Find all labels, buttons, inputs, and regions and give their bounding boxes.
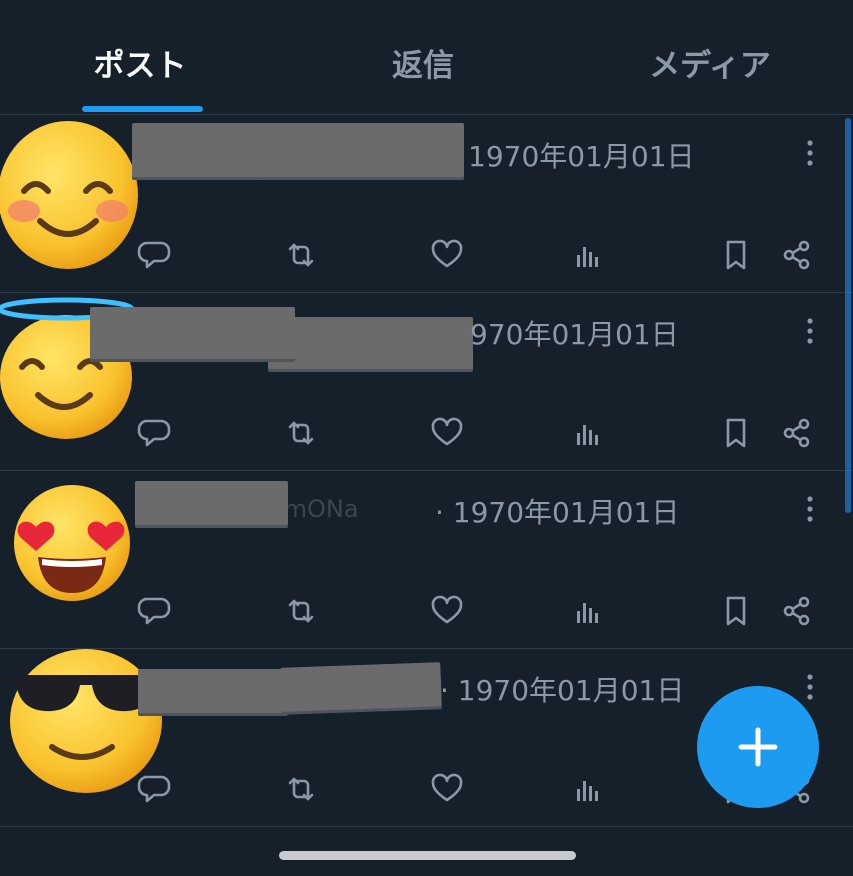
redacted-handle <box>259 123 464 177</box>
reply-icon[interactable] <box>133 769 173 809</box>
share-icon[interactable] <box>777 235 817 275</box>
bookmark-icon[interactable] <box>716 235 756 275</box>
redacted-handle <box>280 662 442 712</box>
reply-icon[interactable] <box>133 235 173 275</box>
like-icon[interactable] <box>427 769 467 809</box>
plus-icon <box>738 727 778 767</box>
reply-icon[interactable] <box>133 591 173 631</box>
post-date: 1970年01月01日 <box>468 140 695 173</box>
views-icon[interactable] <box>568 413 608 453</box>
bookmark-icon[interactable] <box>716 591 756 631</box>
redacted-name <box>132 123 262 177</box>
post-date: · 1970年01月01日 <box>440 674 685 707</box>
repost-icon[interactable] <box>281 235 321 275</box>
share-icon[interactable] <box>777 591 817 631</box>
repost-icon[interactable] <box>281 591 321 631</box>
views-icon[interactable] <box>568 769 608 809</box>
redacted-handle <box>268 317 473 369</box>
more-options-icon[interactable] <box>796 133 824 173</box>
redacted-name <box>90 307 295 359</box>
tab-replies[interactable]: 返信 <box>343 44 503 88</box>
heart-eyes-face-icon[interactable] <box>10 475 136 605</box>
smiling-face-icon[interactable] <box>0 119 140 269</box>
views-icon[interactable] <box>568 235 608 275</box>
like-icon[interactable] <box>427 591 467 631</box>
scrollbar[interactable] <box>845 118 851 513</box>
home-indicator <box>279 851 576 860</box>
post-date: 970年01月01日 <box>470 318 679 351</box>
more-options-icon[interactable] <box>796 489 824 529</box>
like-icon[interactable] <box>427 413 467 453</box>
redacted-name <box>135 481 288 525</box>
bookmark-icon[interactable] <box>716 413 756 453</box>
reply-icon[interactable] <box>133 413 173 453</box>
tab-posts[interactable]: ポスト <box>60 44 220 88</box>
tab-media[interactable]: メディア <box>620 44 800 88</box>
like-icon[interactable] <box>427 235 467 275</box>
post-item[interactable]: 1970年01月01日 <box>0 115 853 293</box>
more-options-icon[interactable] <box>796 311 824 351</box>
repost-icon[interactable] <box>281 769 321 809</box>
redacted-name <box>138 669 288 713</box>
profile-tabs: ポスト 返信 メディア <box>0 0 853 115</box>
compose-button[interactable] <box>697 686 819 808</box>
post-item[interactable]: 970年01月01日 <box>0 293 853 471</box>
active-tab-indicator <box>82 106 203 112</box>
views-icon[interactable] <box>568 591 608 631</box>
repost-icon[interactable] <box>281 413 321 453</box>
post-divider <box>0 826 853 827</box>
share-icon[interactable] <box>777 413 817 453</box>
post-item[interactable]: ayomONa · 1970年01月01日 <box>0 471 853 649</box>
post-date: · 1970年01月01日 <box>435 496 680 529</box>
